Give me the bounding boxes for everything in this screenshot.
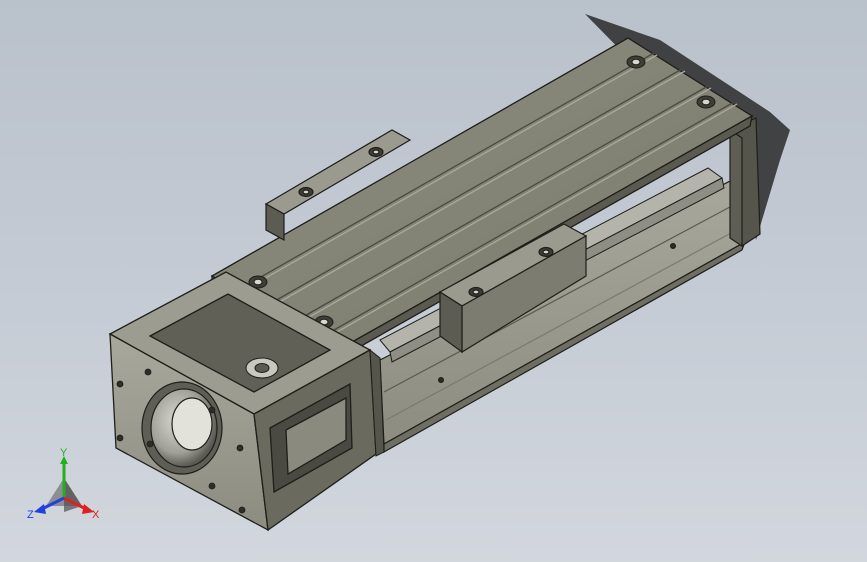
y-axis-label: Y (60, 447, 68, 459)
cad-viewport[interactable] (0, 0, 867, 562)
shaft-coupling (245, 357, 279, 379)
z-axis-label: Z (27, 509, 34, 521)
z-axis-arrow-icon (34, 504, 46, 514)
orientation-triad[interactable]: Y X Z (24, 446, 104, 526)
rail-end-cap[interactable] (729, 117, 761, 248)
motor-bore[interactable] (141, 381, 223, 475)
x-axis-label: X (92, 509, 100, 521)
